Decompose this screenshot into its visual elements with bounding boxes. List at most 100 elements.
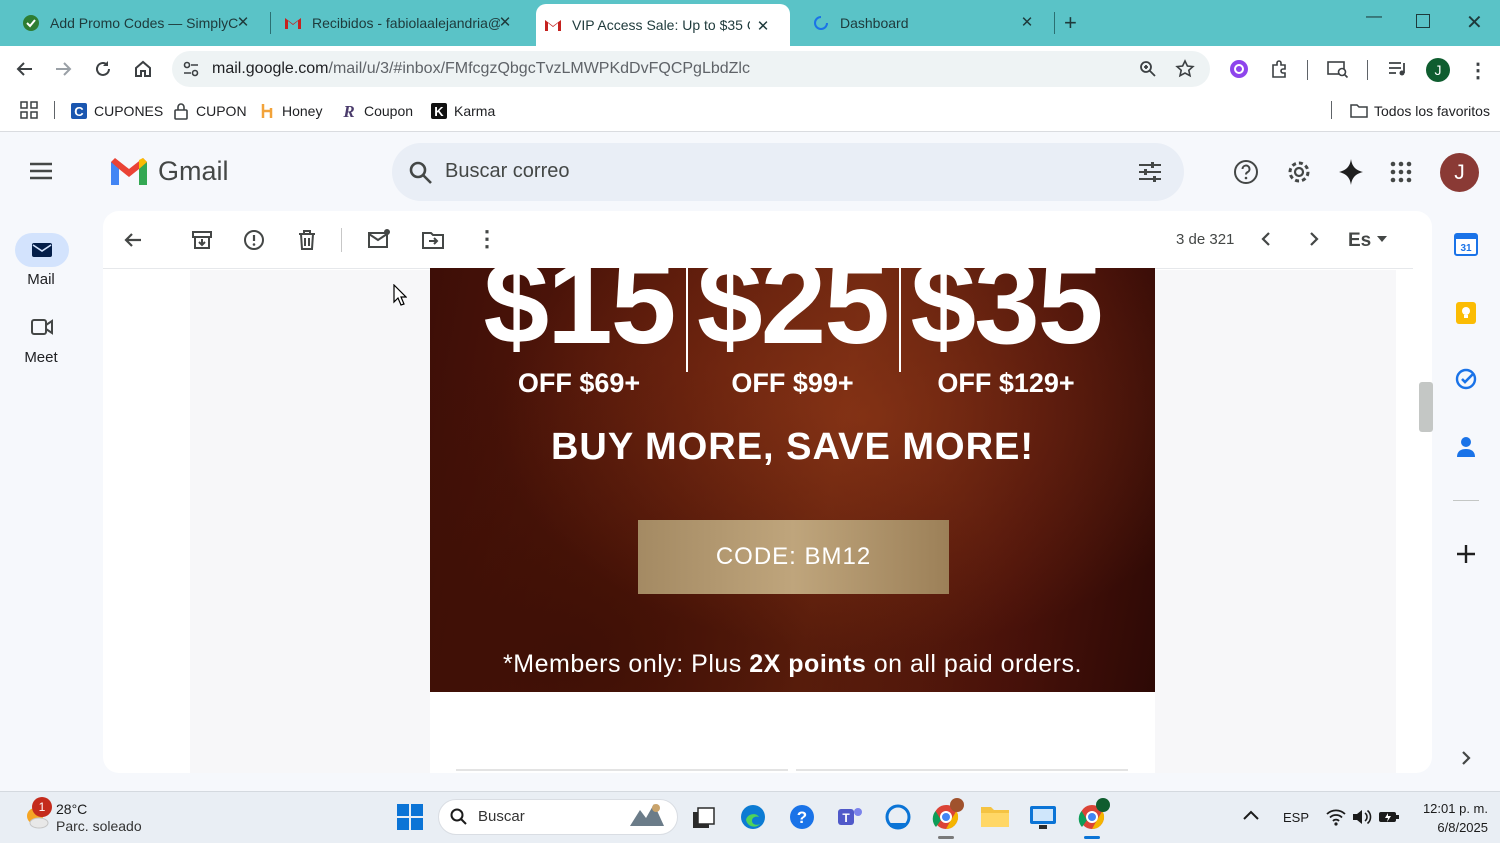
clock-time[interactable]: 12:01 p. m. xyxy=(1414,801,1488,816)
close-window-icon[interactable]: ✕ xyxy=(1466,10,1483,35)
profile-avatar[interactable]: J xyxy=(1426,58,1450,82)
remote-desktop-icon[interactable] xyxy=(1029,803,1057,831)
keep-icon[interactable] xyxy=(1455,301,1477,325)
input-tools-button[interactable]: Es xyxy=(1348,230,1371,252)
side-panel-divider xyxy=(1453,500,1479,501)
browser-tab-active[interactable]: VIP Access Sale: Up to $35 Off! ✕ xyxy=(536,4,790,46)
volume-icon[interactable] xyxy=(1352,808,1372,826)
main-menu-icon[interactable] xyxy=(28,161,54,181)
folder-icon xyxy=(1350,102,1368,120)
mail-icon xyxy=(32,243,52,257)
restore-icon[interactable] xyxy=(1416,14,1430,28)
archive-icon[interactable] xyxy=(191,229,213,251)
bookmark-item[interactable]: R Coupon xyxy=(340,100,413,122)
bookmark-item[interactable]: CUPON xyxy=(172,100,247,122)
bookmark-item[interactable]: K Karma xyxy=(430,100,495,122)
mail-rail-button[interactable] xyxy=(15,233,69,267)
extension-purple-icon[interactable] xyxy=(1229,59,1249,79)
scrollbar-thumb[interactable] xyxy=(1419,382,1433,432)
teams-icon[interactable]: T xyxy=(836,803,864,831)
back-icon[interactable] xyxy=(14,58,36,80)
lock-icon xyxy=(172,102,190,120)
more-options-icon[interactable]: ⋮ xyxy=(476,226,498,252)
svg-text:K: K xyxy=(434,104,444,119)
windows-start-icon[interactable] xyxy=(396,803,424,831)
content-rule xyxy=(796,769,1128,771)
bookmark-item[interactable]: C CUPONES xyxy=(70,100,163,122)
browser-app-icon[interactable] xyxy=(884,803,912,831)
add-addon-icon[interactable] xyxy=(1455,543,1477,565)
search-input[interactable]: Buscar correo xyxy=(445,160,570,183)
help-app-icon[interactable]: ? xyxy=(788,803,816,831)
tab-search-icon[interactable] xyxy=(1327,59,1349,79)
wifi-icon[interactable] xyxy=(1326,808,1346,826)
extensions-icon[interactable] xyxy=(1269,59,1289,79)
threshold-label: OFF $99+ xyxy=(731,368,854,398)
search-icon[interactable] xyxy=(408,160,434,186)
content-rule xyxy=(456,769,788,771)
search-icon xyxy=(450,808,468,826)
close-tab-icon[interactable]: ✕ xyxy=(754,18,772,36)
back-to-inbox-icon[interactable] xyxy=(122,229,144,251)
weather-desc[interactable]: Parc. soleado xyxy=(56,818,142,834)
delete-icon[interactable] xyxy=(296,229,318,251)
calendar-icon[interactable]: 31 xyxy=(1454,232,1478,256)
all-bookmarks[interactable]: Todos los favoritos xyxy=(1350,100,1490,122)
browser-tab[interactable]: Dashboard ✕ xyxy=(790,0,1054,46)
gemini-sparkle-icon[interactable] xyxy=(1338,158,1364,186)
mail-rail-label[interactable]: Mail xyxy=(0,271,82,288)
expand-panel-icon[interactable] xyxy=(1458,748,1474,768)
edge-icon[interactable] xyxy=(739,803,767,831)
older-icon[interactable] xyxy=(1304,229,1324,249)
report-spam-icon[interactable] xyxy=(243,229,265,251)
bookmark-divider xyxy=(54,101,55,119)
mark-unread-icon[interactable] xyxy=(367,228,391,250)
site-settings-icon[interactable] xyxy=(182,60,200,78)
meet-icon[interactable] xyxy=(31,318,53,336)
media-control-icon[interactable] xyxy=(1387,59,1409,79)
minimize-icon[interactable]: — xyxy=(1366,8,1382,26)
promo-code-button[interactable]: CODE: BM12 xyxy=(638,520,949,594)
bookmark-star-icon[interactable] xyxy=(1175,59,1195,79)
clock-date[interactable]: 6/8/2025 xyxy=(1414,820,1488,835)
chevron-down-icon[interactable] xyxy=(1377,236,1387,242)
mouse-cursor-icon xyxy=(393,284,407,306)
browser-menu-icon[interactable]: ⋮ xyxy=(1468,58,1488,83)
browser-tab[interactable]: Add Promo Codes — SimplyCo ✕ xyxy=(0,0,270,46)
close-tab-icon[interactable]: ✕ xyxy=(1018,14,1036,32)
close-tab-icon[interactable]: ✕ xyxy=(234,14,252,32)
file-explorer-icon[interactable] xyxy=(980,803,1010,829)
help-icon[interactable] xyxy=(1233,159,1259,185)
account-avatar[interactable]: J xyxy=(1440,153,1479,192)
google-apps-icon[interactable] xyxy=(1390,161,1412,183)
url-text[interactable]: mail.google.com/mail/u/3/#inbox/FMfcgzQb… xyxy=(212,60,750,78)
tab-title: VIP Access Sale: Up to $35 Off! xyxy=(572,17,750,33)
task-view-icon[interactable] xyxy=(692,806,716,830)
close-tab-icon[interactable]: ✕ xyxy=(496,14,514,32)
tasks-icon[interactable] xyxy=(1455,368,1477,390)
promo-banner: $15 $25 $35 OFF $69+ OFF $99+ OFF $129+ … xyxy=(430,268,1155,692)
gmail-logo-icon[interactable] xyxy=(108,154,150,188)
newer-icon[interactable] xyxy=(1256,229,1276,249)
zoom-icon[interactable] xyxy=(1139,60,1157,78)
bookmark-label: Karma xyxy=(454,103,496,119)
language-indicator[interactable]: ESP xyxy=(1283,810,1309,825)
forward-icon[interactable] xyxy=(52,58,74,80)
coupon-r-icon: R xyxy=(340,102,358,120)
contacts-icon[interactable] xyxy=(1456,436,1476,458)
meet-rail-label[interactable]: Meet xyxy=(0,349,82,366)
tab-title: Dashboard xyxy=(840,15,909,31)
apps-grid-icon[interactable] xyxy=(20,101,38,119)
browser-tab[interactable]: Recibidos - fabiolaalejandria@g ✕ xyxy=(262,0,532,46)
search-options-icon[interactable] xyxy=(1138,160,1162,184)
chevron-up-icon[interactable] xyxy=(1242,808,1260,822)
reload-icon[interactable] xyxy=(92,58,114,80)
new-tab-icon[interactable]: + xyxy=(1064,10,1077,36)
settings-gear-icon[interactable] xyxy=(1286,159,1312,185)
home-icon[interactable] xyxy=(132,58,154,80)
bookmark-item[interactable]: Honey xyxy=(258,100,322,122)
weather-temp[interactable]: 28°C xyxy=(56,801,87,817)
move-to-icon[interactable] xyxy=(421,229,445,251)
svg-text:R: R xyxy=(342,102,354,120)
battery-icon[interactable] xyxy=(1378,809,1400,825)
